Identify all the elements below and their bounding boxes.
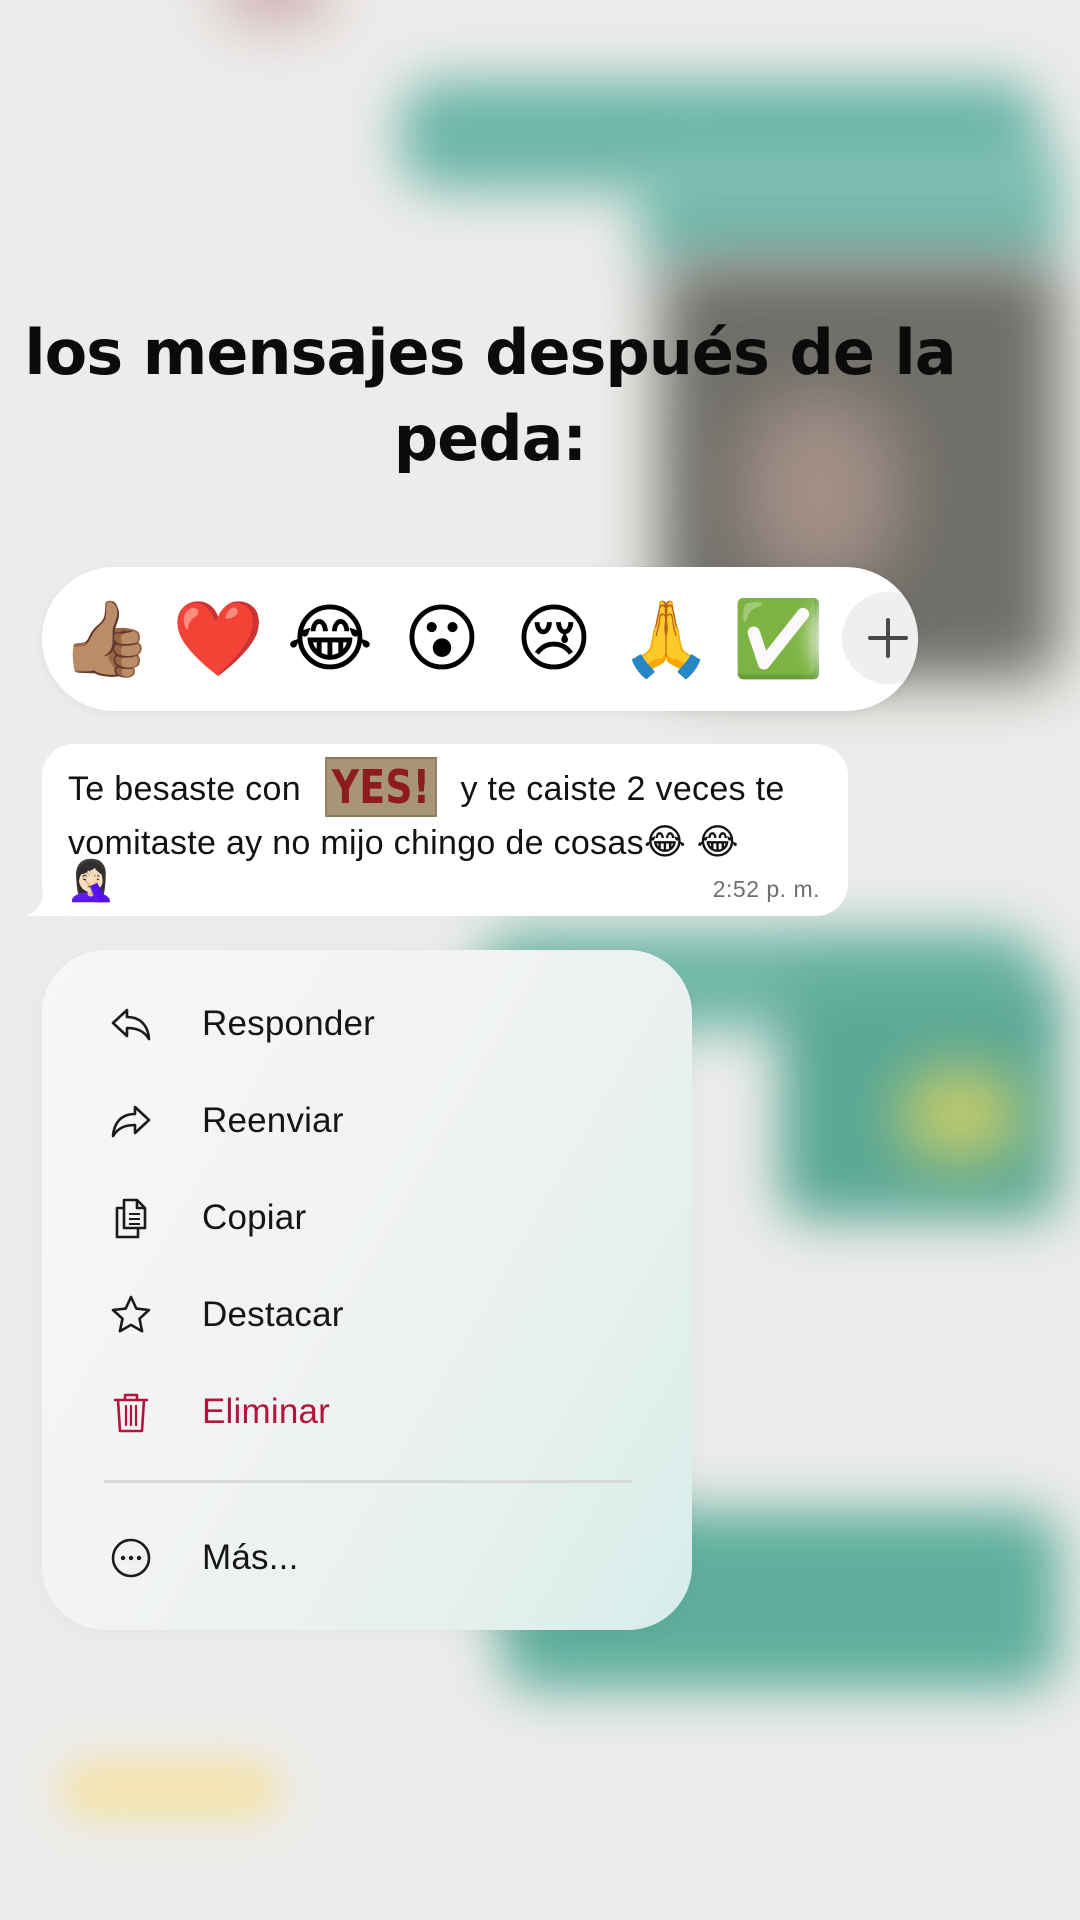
message-text-segment: Te besaste con <box>68 770 311 808</box>
menu-item-reply[interactable]: Responder <box>108 994 628 1054</box>
forward-icon <box>108 1098 154 1144</box>
trash-icon <box>108 1389 154 1435</box>
reaction-surprised[interactable]: 😮 <box>396 593 488 685</box>
message-text: Te besaste con YES! y te caiste 2 veces … <box>68 757 822 868</box>
menu-item-label: Copiar <box>202 1198 307 1237</box>
yes-sticker: YES! <box>324 757 437 818</box>
add-reaction-button[interactable] <box>842 592 918 684</box>
message-timestamp: 2:52 p. m. <box>712 876 820 902</box>
reaction-bar: 👍🏽 ❤️ 😂 😮 😢 🙏 ✅ <box>42 567 918 711</box>
menu-item-delete[interactable]: Eliminar <box>108 1382 628 1442</box>
facepalm-emoji: 🤦🏻‍♀️ <box>66 859 116 903</box>
background-bubble <box>640 150 1060 270</box>
laughing-emojis: 😂 😂 <box>643 821 739 863</box>
reaction-folded-hands[interactable]: 🙏 <box>620 593 712 685</box>
menu-item-star[interactable]: Destacar <box>108 1285 628 1345</box>
message-context-menu: Responder Reenviar Copiar Destacar Elimi… <box>42 950 692 1630</box>
menu-item-label: Más... <box>202 1538 299 1577</box>
more-icon <box>108 1535 154 1581</box>
star-icon <box>108 1292 154 1338</box>
message-line-1: Te besaste con YES! y te caiste 2 veces … <box>68 757 822 818</box>
reaction-red-heart[interactable]: ❤️ <box>172 593 264 685</box>
reaction-crying[interactable]: 😢 <box>508 593 600 685</box>
message-text-segment: y te caiste 2 veces te <box>450 770 785 808</box>
background-blur-shape <box>220 0 330 20</box>
message-text-segment: vomitaste ay no mijo chingo de cosas <box>68 824 644 863</box>
menu-item-more[interactable]: Más... <box>108 1528 628 1588</box>
reply-icon <box>108 1001 154 1047</box>
menu-divider <box>104 1480 632 1483</box>
reaction-tears-of-joy[interactable]: 😂 <box>284 593 376 685</box>
menu-item-copy[interactable]: Copiar <box>108 1188 628 1248</box>
message-bubble[interactable]: Te besaste con YES! y te caiste 2 veces … <box>42 744 848 916</box>
menu-item-forward[interactable]: Reenviar <box>108 1091 628 1151</box>
reaction-check-mark[interactable]: ✅ <box>732 593 824 685</box>
caption-line-2: peda: <box>393 402 587 475</box>
menu-item-label: Destacar <box>202 1295 344 1334</box>
meme-caption: los mensajes después de la peda: <box>0 310 980 482</box>
reaction-thumbs-up[interactable]: 👍🏽 <box>60 593 152 685</box>
menu-item-label: Reenviar <box>202 1101 344 1140</box>
menu-item-label: Responder <box>202 1004 376 1043</box>
menu-item-label: Eliminar <box>202 1392 331 1431</box>
caption-line-1: los mensajes después de la <box>24 316 956 389</box>
message-line-2: vomitaste ay no mijo chingo de cosas😂 😂 <box>68 817 822 868</box>
background-blur-shape <box>900 1070 1020 1160</box>
copy-icon <box>108 1195 154 1241</box>
plus-icon <box>868 618 908 658</box>
background-blur-shape <box>60 1760 280 1820</box>
